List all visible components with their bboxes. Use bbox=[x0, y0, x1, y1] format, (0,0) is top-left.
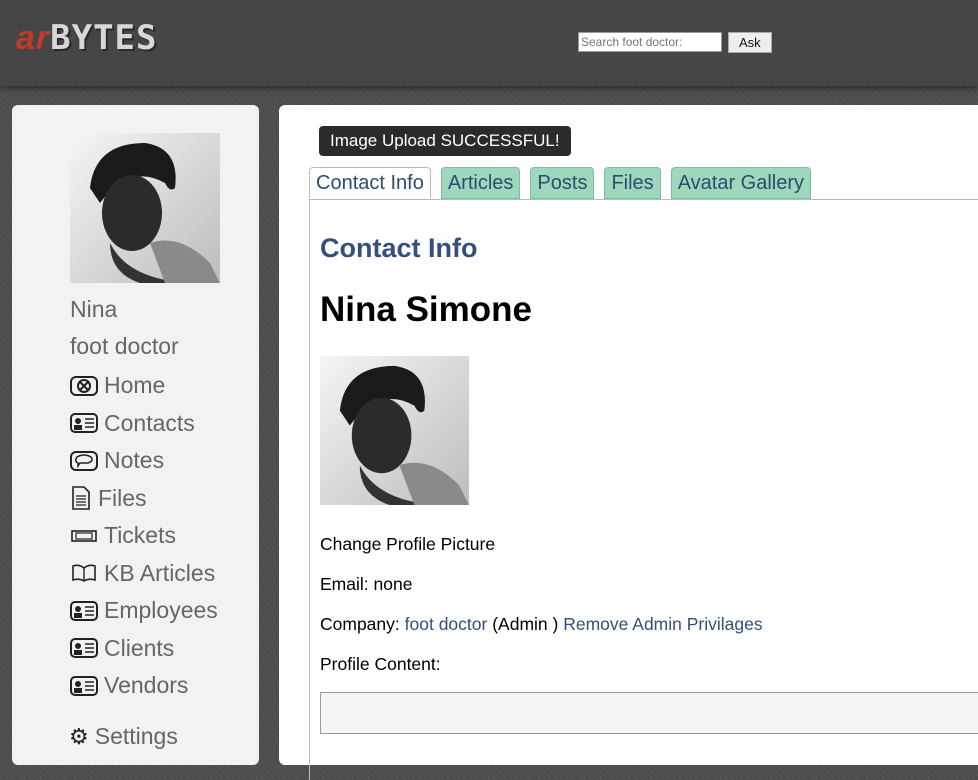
sidebar-item-label: Vendors bbox=[104, 672, 189, 699]
contact-card-icon bbox=[69, 411, 99, 435]
company-label: Company: bbox=[320, 614, 400, 634]
ticket-icon bbox=[69, 524, 99, 548]
section-title: Contact Info bbox=[320, 233, 478, 263]
gear-icon: ⚙ bbox=[69, 723, 89, 749]
tab-articles[interactable]: Articles bbox=[440, 167, 521, 199]
top-bar: arBYTES Ask bbox=[0, 0, 978, 86]
logo-bytes: BYTES bbox=[50, 18, 158, 58]
book-icon bbox=[69, 561, 99, 585]
sidebar-nav: Home Contacts Notes Files Tickets KB Art… bbox=[69, 367, 218, 705]
tab-bar: Contact Info Articles Posts Files Avatar… bbox=[309, 167, 812, 199]
company-row: Company: foot doctor (Admin ) Remove Adm… bbox=[320, 614, 763, 635]
sidebar-item-label: Contacts bbox=[104, 409, 195, 436]
contact-card-icon bbox=[69, 636, 99, 660]
person-name: Nina Simone bbox=[320, 290, 532, 329]
tab-posts[interactable]: Posts bbox=[530, 167, 595, 199]
home-icon bbox=[69, 374, 99, 398]
sidebar-item-employees[interactable]: Employees bbox=[69, 592, 218, 630]
search-form: Ask bbox=[578, 32, 772, 53]
company-role: (Admin ) bbox=[492, 614, 559, 634]
profile-picture bbox=[320, 356, 469, 505]
logo-ar: ar bbox=[16, 19, 51, 57]
main-panel: Image Upload SUCCESSFUL! Contact Info Ar… bbox=[279, 105, 978, 780]
sidebar-item-label: Settings bbox=[94, 723, 178, 749]
document-icon bbox=[69, 486, 93, 511]
sidebar-item-label: Clients bbox=[104, 634, 175, 661]
sidebar-item-files[interactable]: Files bbox=[69, 480, 218, 518]
sidebar-item-label: KB Articles bbox=[104, 559, 216, 586]
flash-message: Image Upload SUCCESSFUL! bbox=[319, 126, 571, 156]
tab-avatar-gallery[interactable]: Avatar Gallery bbox=[670, 167, 812, 199]
sidebar: Nina foot doctor Home Contacts Notes Fil… bbox=[12, 105, 259, 765]
contact-card-icon bbox=[69, 599, 99, 623]
tab-files[interactable]: Files bbox=[604, 167, 661, 199]
sidebar-item-contacts[interactable]: Contacts bbox=[69, 405, 218, 443]
profile-content-label: Profile Content: bbox=[320, 654, 441, 674]
remove-admin-link[interactable]: Remove Admin Privilages bbox=[563, 614, 762, 634]
search-input[interactable] bbox=[578, 32, 722, 52]
sidebar-item-clients[interactable]: Clients bbox=[69, 630, 218, 668]
speech-bubble-icon bbox=[69, 449, 99, 473]
sidebar-item-label: Home bbox=[104, 372, 166, 399]
sidebar-item-label: Employees bbox=[104, 597, 218, 624]
sidebar-user-name: Nina bbox=[70, 296, 118, 322]
sidebar-item-home[interactable]: Home bbox=[69, 367, 218, 405]
sidebar-item-tickets[interactable]: Tickets bbox=[69, 517, 218, 555]
email-row: Email: none bbox=[320, 574, 412, 595]
contact-card-icon bbox=[69, 674, 99, 698]
sidebar-item-label: Files bbox=[98, 484, 147, 511]
sidebar-item-vendors[interactable]: Vendors bbox=[69, 667, 218, 705]
sidebar-company: foot doctor bbox=[70, 333, 179, 359]
email-label: Email: bbox=[320, 574, 369, 594]
email-value: none bbox=[373, 574, 413, 594]
sidebar-item-settings[interactable]: ⚙ Settings bbox=[69, 723, 178, 750]
company-link[interactable]: foot doctor bbox=[405, 614, 488, 634]
sidebar-avatar[interactable] bbox=[70, 133, 220, 283]
sidebar-item-label: Notes bbox=[104, 447, 165, 474]
change-profile-picture-link[interactable]: Change Profile Picture bbox=[320, 534, 495, 555]
sidebar-item-kb-articles[interactable]: KB Articles bbox=[69, 555, 218, 593]
tab-contact-info[interactable]: Contact Info bbox=[309, 167, 431, 199]
logo[interactable]: arBYTES bbox=[16, 18, 158, 58]
sidebar-item-notes[interactable]: Notes bbox=[69, 442, 218, 480]
ask-button[interactable]: Ask bbox=[728, 32, 772, 53]
sidebar-item-label: Tickets bbox=[104, 522, 176, 549]
profile-content-editor[interactable] bbox=[320, 692, 978, 734]
